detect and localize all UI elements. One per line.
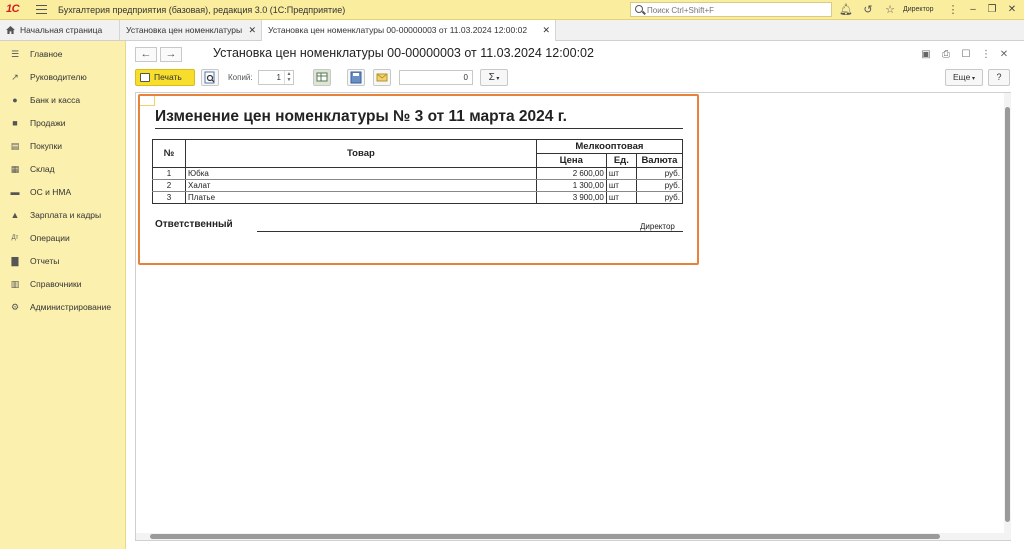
tab-price-settings-document[interactable]: Установка цен номенклатуры 00-00000003 о… [262, 20, 556, 42]
sidebar-item-assets[interactable]: ▬ ОС и НМА [0, 182, 126, 202]
sidebar-item-salary[interactable]: ▲ Зарплата и кадры [0, 205, 126, 225]
sum-button[interactable]: Σ ▾ [480, 69, 508, 86]
sidebar-item-label: Руководителю [30, 72, 87, 82]
print-button-label: Печать [154, 72, 182, 82]
sidebar-item-label: Администрирование [30, 302, 112, 312]
tab-label: Установка цен номенклатуры [126, 25, 243, 35]
highlight-frame [138, 94, 699, 265]
send-email-button[interactable] [373, 69, 391, 86]
sidebar-item-label: Покупки [30, 141, 62, 151]
house-icon [6, 26, 15, 34]
sidebar-item-label: Банк и касса [30, 95, 81, 105]
sidebar-item-label: Справочники [30, 279, 82, 289]
preview-icon[interactable]: ☐ [960, 49, 972, 61]
more-button-label: Еще [953, 72, 971, 82]
floppy-icon [350, 71, 362, 84]
cart-icon: ▤ [10, 141, 20, 151]
back-button[interactable]: ← [135, 47, 157, 62]
sidebar-item-label: Продажи [30, 118, 66, 128]
debit-credit-icon: Дт [11, 235, 19, 241]
edit-mode-button[interactable] [313, 69, 331, 86]
envelope-icon [376, 73, 388, 82]
page-title: Установка цен номенклатуры 00-00000003 о… [213, 46, 594, 60]
edit-table-icon [316, 72, 328, 82]
history-icon[interactable]: ↺ [861, 3, 875, 17]
sidebar-item-manager[interactable]: ↗ Руководителю [0, 67, 126, 87]
close-icon[interactable]: ✕ [248, 20, 256, 40]
tab-label: Начальная страница [20, 25, 103, 35]
bag-icon: ■ [12, 118, 18, 128]
bell-icon[interactable]: 🔔︎ [839, 3, 853, 17]
copies-stepper[interactable]: 1 ▲ ▼ [258, 70, 294, 85]
more-button[interactable]: Еще ▾ [945, 69, 983, 86]
chevron-down-icon: ▾ [494, 76, 500, 82]
tab-price-settings-list[interactable]: Установка цен номенклатуры ✕ [120, 20, 262, 41]
warehouse-icon: ▦ [10, 164, 20, 174]
print-icon[interactable]: ⎙ [940, 49, 952, 61]
tab-home[interactable]: Начальная страница [0, 20, 120, 41]
tabs-bar: Начальная страница Установка цен номенкл… [0, 20, 1024, 42]
sidebar: ☰ Главное ↗ Руководителю ● Банк и касса … [0, 41, 126, 549]
minimize-icon[interactable]: – [966, 3, 980, 17]
search-icon [635, 5, 643, 13]
1c-logo[interactable]: 1С [6, 3, 30, 17]
app-title: Бухгалтерия предприятия (базовая), редак… [58, 5, 346, 15]
close-icon[interactable]: ✕ [542, 20, 550, 40]
close-icon[interactable]: ✕ [998, 49, 1010, 61]
sidebar-item-main[interactable]: ☰ Главное [0, 44, 126, 64]
forward-button[interactable]: → [160, 47, 182, 62]
sidebar-item-purchases[interactable]: ▤ Покупки [0, 136, 126, 156]
horizontal-scrollbar[interactable] [136, 533, 1004, 540]
sidebar-item-label: Отчеты [30, 256, 60, 266]
sidebar-item-warehouse[interactable]: ▦ Склад [0, 159, 126, 179]
coin-icon: ● [12, 95, 18, 105]
sidebar-item-operations[interactable]: Дт Операции [0, 228, 126, 248]
spin-arrows-icon[interactable]: ▲ ▼ [284, 71, 293, 84]
sidebar-item-catalogs[interactable]: ▥ Справочники [0, 274, 126, 294]
chevron-down-icon: ▾ [970, 76, 975, 82]
menu-icon: ☰ [10, 49, 20, 59]
save-file-button[interactable] [347, 69, 365, 86]
sidebar-item-administration[interactable]: ⚙ Администрирование [0, 297, 126, 317]
sidebar-item-label: Зарплата и кадры [30, 210, 102, 220]
books-icon: ▥ [10, 279, 20, 289]
trend-icon: ↗ [11, 72, 19, 82]
save-icon[interactable]: ▣ [920, 49, 932, 61]
horizontal-scroll-thumb[interactable] [150, 534, 940, 539]
main-area: ← → Установка цен номенклатуры 00-000000… [127, 41, 1024, 549]
search-box[interactable] [630, 2, 832, 17]
user-name[interactable]: Директор [903, 6, 934, 13]
sidebar-item-label: Главное [30, 49, 63, 59]
more-vertical-icon[interactable]: ⋮ [980, 49, 992, 61]
sidebar-item-bank[interactable]: ● Банк и касса [0, 90, 126, 110]
printer-icon [140, 73, 150, 82]
print-button[interactable]: Печать [135, 69, 195, 86]
top-bar: 1С Бухгалтерия предприятия (базовая), ре… [0, 0, 1024, 20]
magnifier-page-icon [204, 71, 215, 84]
preview-button[interactable] [201, 69, 219, 86]
spreadsheet-document[interactable]: Изменение цен номенклатуры № 3 от 11 мар… [135, 92, 1011, 541]
more-menu-icon[interactable]: ⋮ [946, 3, 960, 17]
person-icon: ▲ [10, 210, 20, 220]
sidebar-item-reports[interactable]: ▇ Отчеты [0, 251, 126, 271]
search-input[interactable] [647, 4, 827, 16]
copies-value: 1 [276, 73, 281, 82]
truck-icon: ▬ [10, 187, 20, 197]
sidebar-item-sales[interactable]: ■ Продажи [0, 113, 126, 133]
bar-chart-icon: ▇ [11, 256, 19, 266]
sum-field: 0 [399, 70, 473, 85]
vertical-scrollbar[interactable] [1004, 93, 1011, 540]
sidebar-item-label: Операции [30, 233, 70, 243]
vertical-scroll-thumb[interactable] [1005, 107, 1010, 522]
sidebar-item-label: Склад [30, 164, 55, 174]
tab-label: Установка цен номенклатуры 00-00000003 о… [268, 25, 528, 35]
main-menu-icon[interactable] [36, 5, 47, 14]
close-window-icon[interactable]: ✕ [1005, 3, 1019, 17]
help-button[interactable]: ? [988, 69, 1010, 86]
gear-icon: ⚙ [10, 302, 20, 312]
sidebar-item-label: ОС и НМА [30, 187, 72, 197]
copies-label: Копий: [228, 73, 253, 82]
star-icon[interactable]: ☆ [883, 3, 897, 17]
restore-icon[interactable]: ❐ [985, 3, 999, 17]
